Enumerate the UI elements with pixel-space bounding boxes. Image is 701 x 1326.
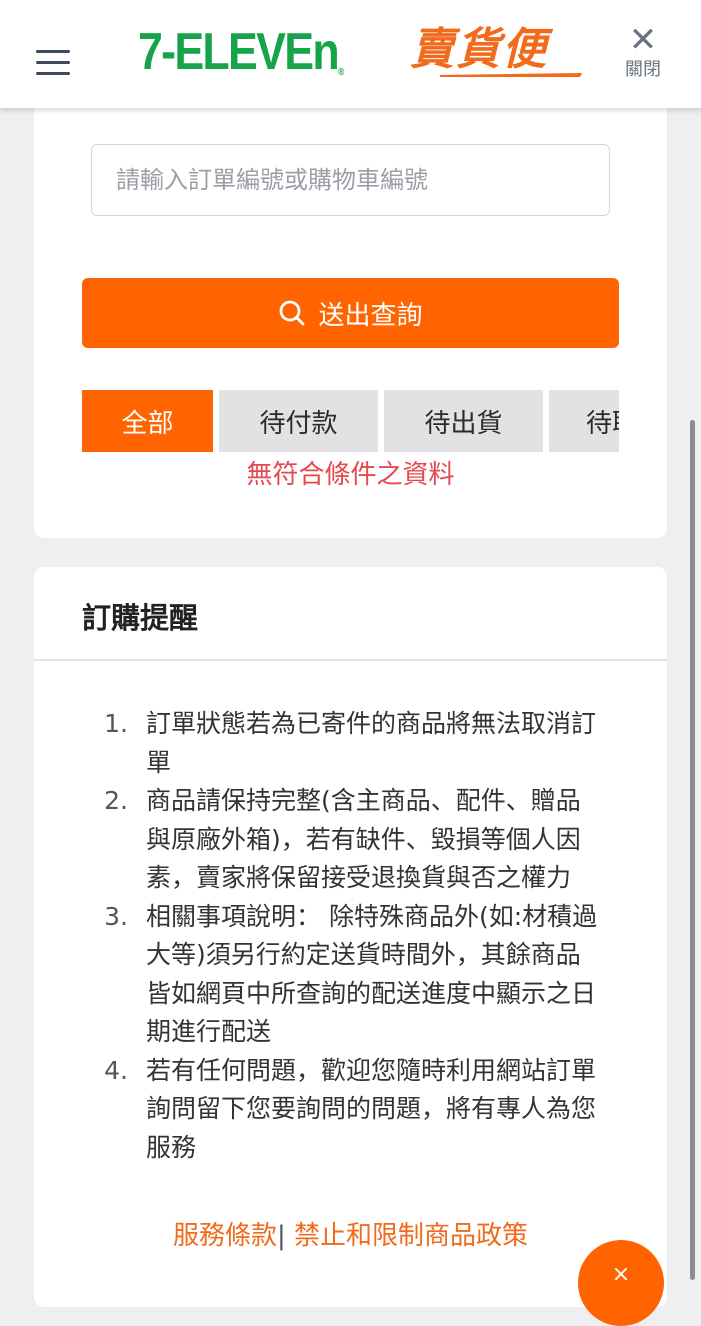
order-reminder-card: 訂購提醒 1. 訂單狀態若為已寄件的商品將無法取消訂單 2. 商品請保持完整(含…	[34, 567, 667, 1307]
list-item: 2. 商品請保持完整(含主商品、配件、贈品與原廠外箱)，若有缺件、毀損等個人因素…	[98, 782, 598, 898]
list-item: 4. 若有任何問題，歡迎您隨時利用網站訂單詢問留下您要詢問的問題，將有專人為您服…	[98, 1052, 598, 1168]
tab-pending-pickup[interactable]: 待取	[549, 390, 619, 452]
order-status-tabs: 全部 待付款 待出貨 待取	[82, 390, 619, 452]
terms-of-service-link[interactable]: 服務條款	[173, 1221, 277, 1251]
seven-eleven-logo: 7-ELEVEn®	[138, 26, 344, 78]
link-separator: |	[276, 1221, 286, 1251]
list-item-number: 2.	[104, 786, 128, 815]
list-item-number: 1.	[104, 709, 128, 738]
tab-pending-shipment[interactable]: 待出貨	[384, 390, 543, 452]
tab-all[interactable]: 全部	[82, 390, 213, 452]
list-item-number: 3.	[104, 901, 128, 931]
logo-swoosh	[440, 73, 582, 77]
list-item-number: 4.	[104, 1055, 128, 1085]
floating-action-button[interactable]: ×	[578, 1240, 664, 1326]
maihuobian-logo: 賣貨便	[410, 24, 548, 75]
policy-links: 服務條款| 禁止和限制商品政策	[34, 1215, 667, 1252]
close-icon: ×	[611, 1262, 631, 1287]
brand-primary-text: 7-ELEVEn	[138, 23, 340, 81]
order-search-card: 送出查詢 全部 待付款 待出貨 待取 無符合條件之資料	[34, 90, 667, 538]
submit-query-button[interactable]: 送出查詢	[82, 278, 619, 348]
submit-query-label: 送出查詢	[318, 299, 423, 330]
empty-result-message: 無符合條件之資料	[246, 460, 455, 490]
close-button[interactable]: ✕ 關閉	[612, 22, 674, 96]
close-icon: ✕	[628, 20, 658, 60]
hamburger-menu-icon[interactable]	[36, 50, 70, 76]
app-header: 7-ELEVEn® 賣貨便 ✕ 關閉	[0, 0, 701, 108]
list-item-text: 商品請保持完整(含主商品、配件、贈品與原廠外箱)，若有缺件、毀損等個人因素，賣家…	[146, 786, 581, 892]
restricted-products-policy-link[interactable]: 禁止和限制商品政策	[294, 1221, 528, 1251]
list-item: 3. 相關事項說明： 除特殊商品外(如:材積過大等)須另行約定送貨時間外，其餘商…	[98, 898, 598, 1052]
list-item-text: 若有任何問題，歡迎您隨時利用網站訂單詢問留下您要詢問的問題，將有專人為您服務	[146, 1055, 597, 1162]
page-scrollbar[interactable]	[690, 420, 695, 1280]
close-label: 關閉	[625, 59, 661, 80]
list-item: 1. 訂單狀態若為已寄件的商品將無法取消訂單	[98, 705, 598, 782]
list-item-text: 相關事項說明： 除特殊商品外(如:材積過大等)須另行約定送貨時間外，其餘商品皆如…	[146, 901, 598, 1047]
list-item-text: 訂單狀態若為已寄件的商品將無法取消訂單	[146, 709, 597, 777]
order-number-input[interactable]	[91, 144, 610, 216]
reminder-title: 訂購提醒	[82, 601, 199, 635]
reminder-list: 1. 訂單狀態若為已寄件的商品將無法取消訂單 2. 商品請保持完整(含主商品、配…	[98, 705, 598, 1167]
search-icon	[280, 300, 305, 326]
tab-pending-payment[interactable]: 待付款	[219, 390, 378, 452]
divider	[34, 659, 667, 661]
registered-mark: ®	[337, 67, 345, 78]
